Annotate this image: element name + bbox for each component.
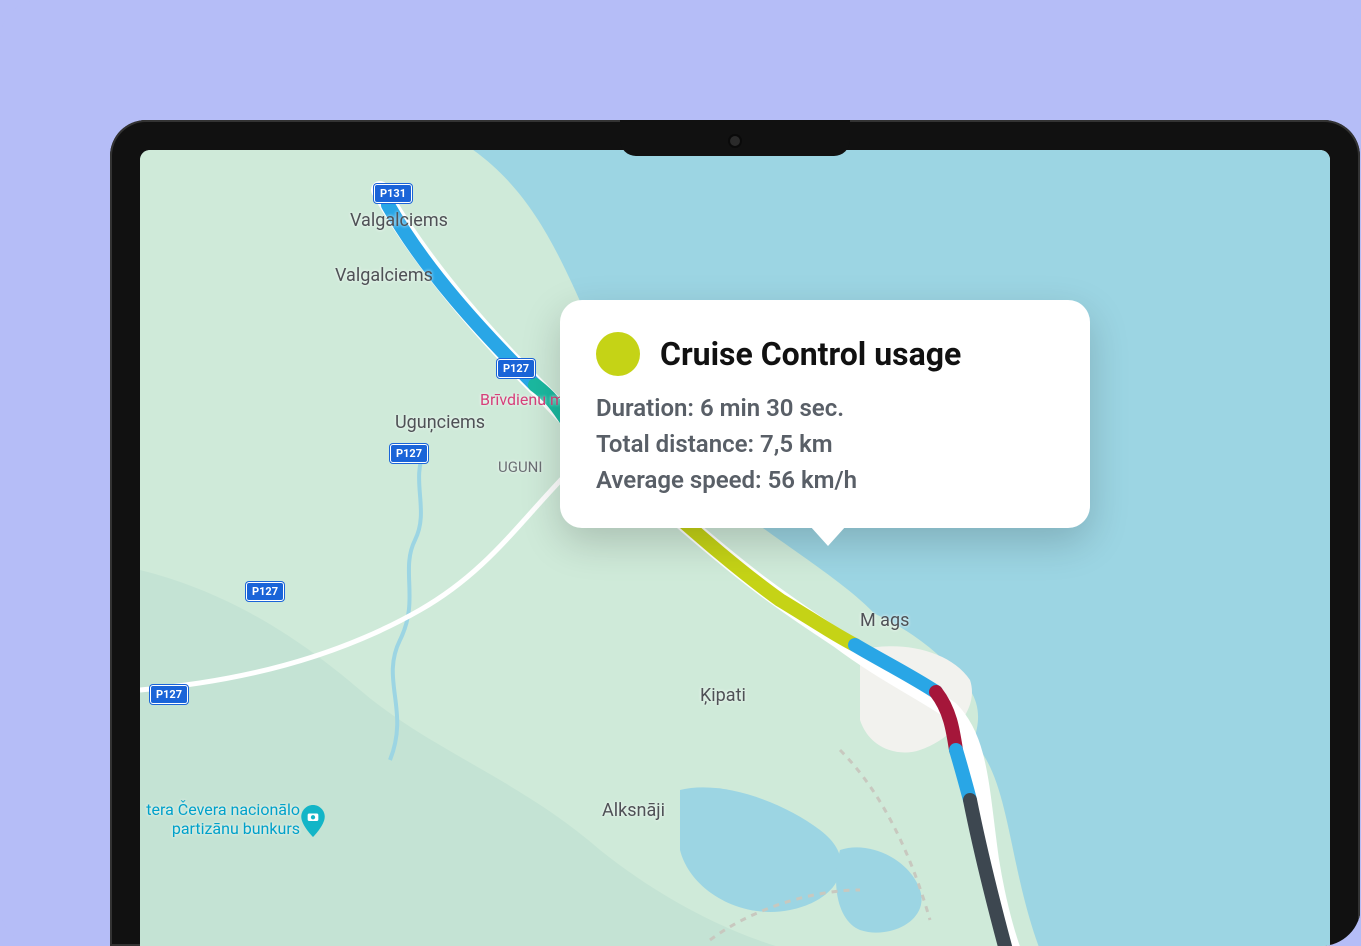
road-shield-p127-c: P127 xyxy=(246,582,284,601)
tooltip-distance-value: 7,5 km xyxy=(760,430,833,458)
road-shield-p127-d: P127 xyxy=(150,685,188,704)
map-screen[interactable]: P131 P127 P127 P127 P127 Valgalciems Val… xyxy=(140,150,1330,946)
tooltip-color-dot xyxy=(596,332,640,376)
tooltip-duration: Duration: 6 min 30 sec. xyxy=(596,390,1054,426)
tooltip-speed-value: 56 km/h xyxy=(768,466,857,494)
road-shield-p131: P131 xyxy=(374,184,412,203)
tooltip-duration-label: Duration: xyxy=(596,394,694,422)
laptop-notch xyxy=(620,120,850,156)
tooltip-distance-label: Total distance: xyxy=(596,430,754,458)
tooltip-speed: Average speed: 56 km/h xyxy=(596,462,1054,498)
poi-bunker-pin[interactable] xyxy=(300,805,326,837)
road-shield-p127-a: P127 xyxy=(497,359,535,378)
tooltip-duration-value: 6 min 30 sec. xyxy=(700,394,844,422)
road-shield-p127-b: P127 xyxy=(390,444,428,463)
tooltip-distance: Total distance: 7,5 km xyxy=(596,426,1054,462)
laptop-frame: P131 P127 P127 P127 P127 Valgalciems Val… xyxy=(110,120,1360,946)
route-tooltip: Cruise Control usage Duration: 6 min 30 … xyxy=(560,300,1090,528)
tooltip-title: Cruise Control usage xyxy=(660,335,961,373)
tooltip-speed-label: Average speed: xyxy=(596,466,762,494)
